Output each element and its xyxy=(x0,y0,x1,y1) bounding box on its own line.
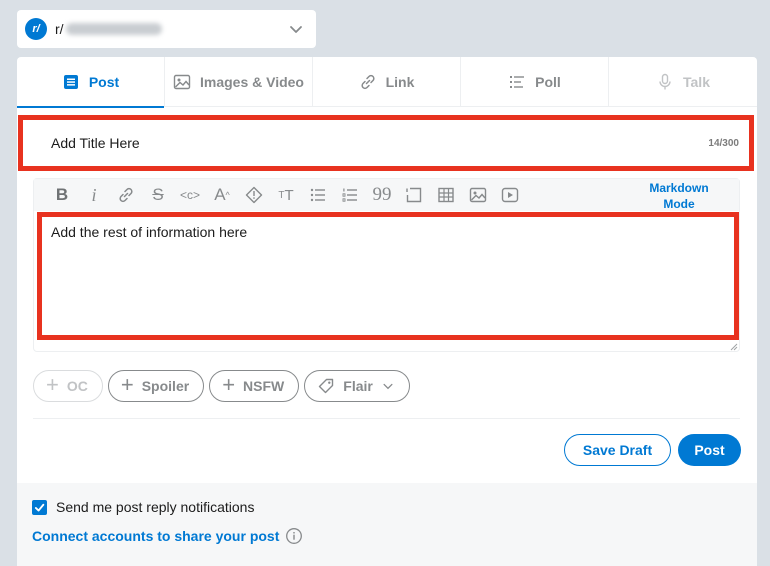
plus-icon: + xyxy=(46,372,59,397)
post-footer: Send me post reply notifications Connect… xyxy=(17,483,757,566)
italic-button[interactable]: i xyxy=(78,183,110,207)
table-icon xyxy=(438,187,454,203)
table-button[interactable] xyxy=(430,183,462,207)
heading-button[interactable]: TT xyxy=(270,183,302,207)
plus-icon: + xyxy=(120,372,134,397)
bulleted-list-icon xyxy=(310,188,325,202)
image-icon xyxy=(173,74,191,90)
markdown-mode-button[interactable]: Markdown Mode xyxy=(639,180,719,212)
link-icon xyxy=(119,187,133,203)
connect-accounts-link[interactable]: Connect accounts to share your post xyxy=(32,528,279,544)
spoiler-tag-button[interactable]: + Spoiler xyxy=(107,370,205,402)
bulleted-list-button[interactable] xyxy=(302,183,334,207)
tab-post[interactable]: Post xyxy=(17,57,165,108)
tab-label: Post xyxy=(88,74,120,90)
post-type-tabs: Post Images & Video Link Poll Talk xyxy=(17,57,757,108)
post-icon xyxy=(63,75,78,89)
bold-button[interactable]: B xyxy=(46,183,78,207)
body-input[interactable]: Add the rest of information here xyxy=(37,212,739,340)
superscript-button[interactable]: A ^ xyxy=(206,183,238,207)
plus-icon: + xyxy=(222,372,236,397)
spoiler-label: Spoiler xyxy=(141,378,190,394)
title-char-counter: 14/300 xyxy=(708,137,739,149)
info-icon[interactable] xyxy=(285,527,303,545)
tab-talk[interactable]: Talk xyxy=(609,57,757,107)
microphone-icon xyxy=(659,73,671,90)
reddit-community-icon: r/ xyxy=(25,18,47,40)
chevron-down-icon xyxy=(383,383,393,390)
quote-block-button[interactable]: 99 xyxy=(366,183,398,207)
video-button[interactable] xyxy=(494,183,526,207)
body-value: Add the rest of information here xyxy=(51,224,248,240)
flair-button[interactable]: Flair xyxy=(304,370,410,402)
notifications-label: Send me post reply notifications xyxy=(56,499,255,515)
nsfw-button[interactable]: + NSFW xyxy=(209,370,300,402)
tab-label: Images & Video xyxy=(199,74,304,90)
numbered-list-icon xyxy=(342,188,357,202)
post-button[interactable]: Post xyxy=(678,434,741,466)
code-block-button[interactable] xyxy=(398,183,430,207)
link-icon xyxy=(361,74,375,90)
resize-handle-icon[interactable] xyxy=(730,343,738,351)
oc-label: OC xyxy=(66,378,88,394)
notification-option: Send me post reply notifications xyxy=(32,499,254,515)
post-tags: + OC + Spoiler + NSFW Flair xyxy=(33,370,410,402)
code-block-icon xyxy=(406,187,422,203)
image-icon xyxy=(469,187,487,203)
connect-accounts-row: Connect accounts to share your post xyxy=(32,527,303,545)
numbered-list-button[interactable] xyxy=(334,183,366,207)
divider xyxy=(33,418,740,419)
title-value: Add Title Here xyxy=(51,135,140,151)
community-selector[interactable]: r/ r/ xyxy=(17,10,316,48)
checkmark-icon xyxy=(34,503,45,511)
flair-label: Flair xyxy=(343,378,373,394)
spoiler-icon xyxy=(245,186,263,204)
link-button[interactable] xyxy=(110,183,142,207)
save-draft-button[interactable]: Save Draft xyxy=(564,434,671,466)
strikethrough-button[interactable]: S xyxy=(142,183,174,207)
poll-icon xyxy=(510,76,525,88)
tab-poll[interactable]: Poll xyxy=(461,57,609,107)
image-button[interactable] xyxy=(462,183,494,207)
tab-label: Poll xyxy=(535,74,561,90)
title-input[interactable]: Add Title Here 14/300 xyxy=(18,115,754,171)
notifications-checkbox[interactable] xyxy=(32,499,47,515)
nsfw-label: NSFW xyxy=(243,378,285,394)
chevron-down-icon xyxy=(290,26,302,33)
spoiler-button[interactable] xyxy=(238,183,270,207)
tab-link[interactable]: Link xyxy=(313,57,461,107)
tab-label: Link xyxy=(385,74,415,90)
community-name-blurred xyxy=(65,23,162,35)
editor-toolbar: B i S <c> A ^ TT 99 Markdown Mode xyxy=(34,179,739,211)
tag-icon xyxy=(319,378,334,394)
create-post-card: Post Images & Video Link Poll Talk Add T… xyxy=(17,57,757,566)
community-prefix: r/ xyxy=(55,21,64,37)
oc-button[interactable]: + OC xyxy=(33,370,103,402)
tab-images-video[interactable]: Images & Video xyxy=(165,57,313,107)
tab-label: Talk xyxy=(683,74,710,90)
video-icon xyxy=(501,187,519,203)
inline-code-button[interactable]: <c> xyxy=(174,183,206,207)
